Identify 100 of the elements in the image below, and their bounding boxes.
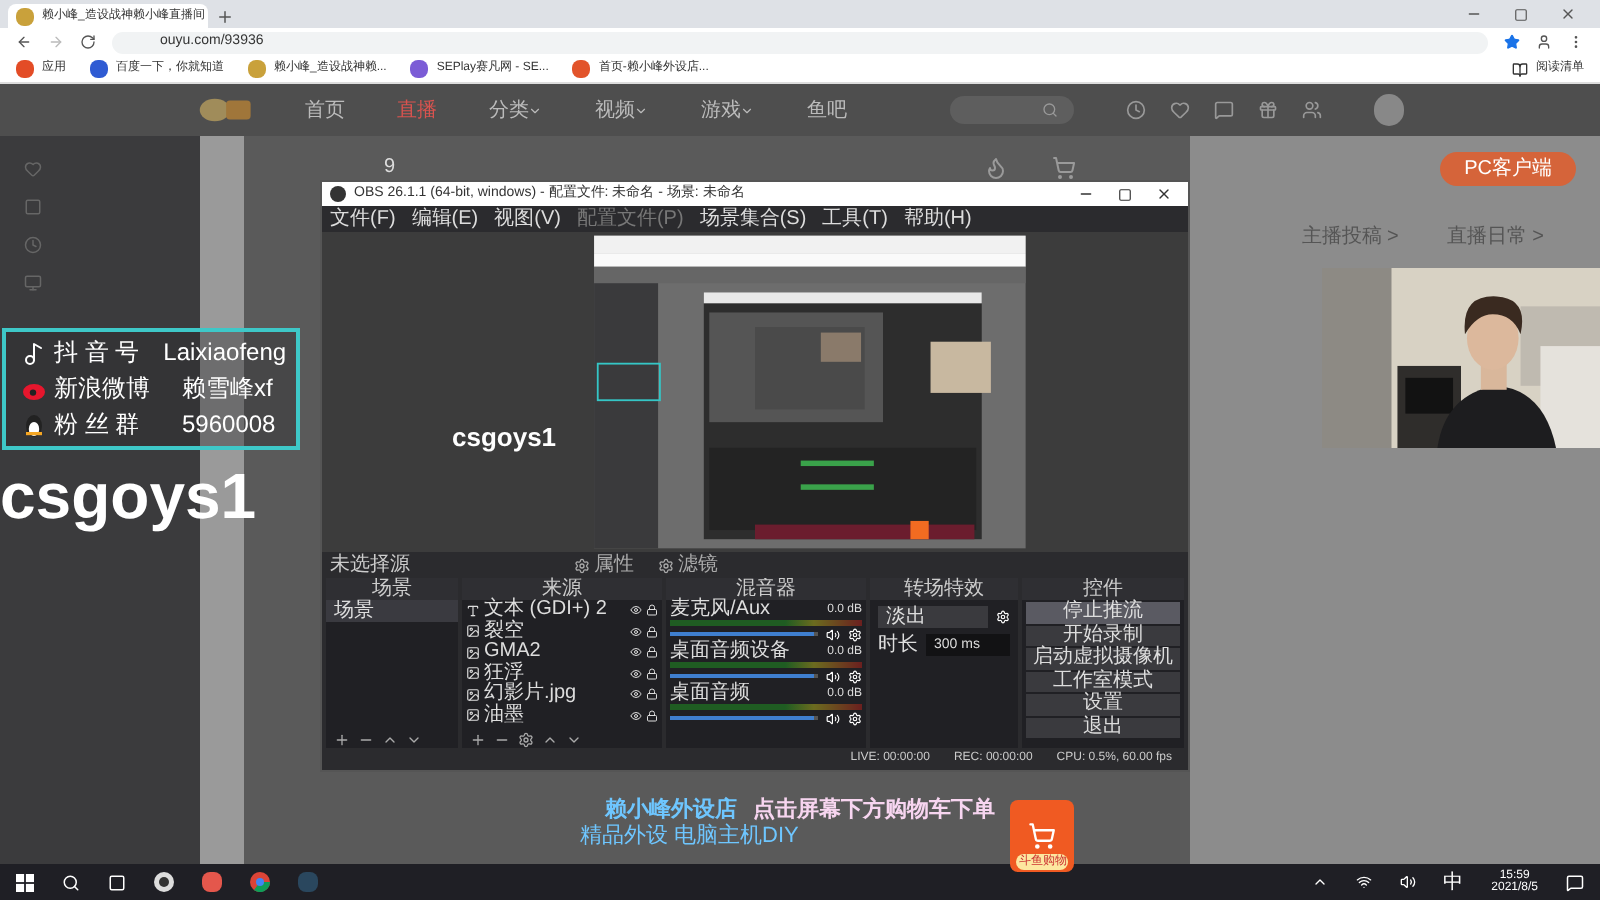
control-button[interactable]: 启动虚拟摄像机	[1026, 648, 1180, 669]
lock-icon[interactable]	[646, 604, 658, 617]
channel-name: 麦克风/Aux	[670, 600, 771, 620]
source-item[interactable]: 文本 (GDI+) 2	[484, 600, 607, 621]
back-icon[interactable]	[16, 34, 32, 50]
image-source-icon	[466, 708, 480, 723]
control-button[interactable]: 设置	[1026, 694, 1180, 715]
source-item[interactable]: 狂浮	[484, 663, 524, 684]
browser-app-icon[interactable]	[250, 872, 270, 892]
nav-link[interactable]: 分类	[488, 95, 543, 125]
shop-cta: 点击屏幕下方购物车下单	[752, 800, 995, 822]
volume-icon[interactable]	[826, 627, 840, 641]
move-up-icon[interactable]	[542, 732, 558, 748]
channel-name: 桌面音频设备	[670, 642, 790, 662]
flame-icon[interactable]	[984, 156, 1008, 180]
nav-link[interactable]: 视频	[594, 95, 649, 125]
app-icon[interactable]	[202, 872, 222, 892]
visibility-icon[interactable]	[630, 667, 642, 680]
duration-label: 时长	[878, 634, 918, 656]
source-item[interactable]: 幻影片.jpg	[484, 684, 577, 705]
properties-button[interactable]: 属性	[574, 555, 634, 575]
settings-icon[interactable]	[518, 732, 534, 748]
nav-link[interactable]: 首页	[304, 95, 345, 125]
nav-link[interactable]: 鱼吧	[806, 95, 847, 125]
source-item[interactable]: 裂空	[484, 621, 524, 642]
bookmark-icon	[410, 60, 429, 78]
menu-item[interactable]: 文件(F)	[330, 209, 396, 229]
add-icon[interactable]	[470, 732, 486, 748]
maximize-icon[interactable]	[1118, 187, 1132, 201]
no-source-label: 未选择源	[330, 555, 412, 575]
control-button[interactable]: 退出	[1026, 717, 1180, 738]
task-view-icon[interactable]	[108, 873, 126, 891]
new-tab-icon[interactable]	[216, 8, 234, 26]
menu-item[interactable]: 视图(V)	[494, 209, 561, 229]
dock-title: 场景	[326, 578, 458, 600]
gift-icon[interactable]	[1257, 100, 1278, 120]
bookmark-icon	[248, 60, 266, 78]
dock-title: 控件	[1022, 578, 1184, 600]
windows-start-icon[interactable]	[16, 873, 34, 891]
control-button[interactable]: 开始录制	[1026, 625, 1180, 646]
transition-select[interactable]: 淡出	[878, 606, 988, 628]
source-item[interactable]: 油墨	[484, 705, 524, 726]
menu-item[interactable]: 场景集合(S)	[699, 209, 807, 229]
lock-icon[interactable]	[646, 625, 658, 638]
source-item[interactable]: GMA2	[484, 642, 541, 663]
history-icon[interactable]	[1125, 100, 1146, 120]
social-value: 赖雪峰xf	[182, 372, 273, 406]
network-icon[interactable]	[1355, 874, 1372, 890]
lock-icon[interactable]	[646, 688, 658, 701]
search-field[interactable]	[950, 96, 1074, 124]
cart-icon[interactable]	[1052, 156, 1076, 180]
lock-icon[interactable]	[646, 709, 658, 722]
message-icon[interactable]	[1213, 100, 1234, 120]
move-down-icon[interactable]	[406, 732, 422, 748]
add-icon[interactable]	[334, 732, 350, 748]
visibility-icon[interactable]	[630, 709, 642, 722]
heart-icon[interactable]	[1169, 100, 1190, 120]
book-icon	[1512, 61, 1528, 77]
reload-icon[interactable]	[80, 34, 96, 50]
volume-icon[interactable]	[826, 711, 840, 725]
lock-icon[interactable]	[646, 667, 658, 680]
notification-icon[interactable]	[1566, 873, 1584, 891]
bookmark-icon	[90, 60, 108, 78]
close-icon[interactable]	[1560, 6, 1576, 22]
visibility-icon[interactable]	[630, 688, 642, 701]
channel-name: 桌面音频	[670, 684, 750, 704]
visibility-icon[interactable]	[630, 646, 642, 659]
menu-item[interactable]: 帮助(H)	[903, 209, 972, 229]
users-icon[interactable]	[1301, 100, 1322, 120]
social-value: Laixiaofeng	[163, 336, 287, 370]
visibility-icon[interactable]	[630, 604, 642, 617]
client-download-button[interactable]: PC客户端	[1440, 152, 1576, 186]
volume-icon[interactable]	[1399, 874, 1416, 890]
move-down-icon[interactable]	[566, 732, 582, 748]
volume-icon[interactable]	[826, 669, 840, 683]
scene-item[interactable]: 场景	[326, 600, 458, 622]
ime-indicator[interactable]: 中	[1443, 867, 1464, 897]
image-source-icon	[466, 645, 480, 660]
dock-title: 转场特效	[870, 578, 1018, 600]
record-app-icon[interactable]	[154, 872, 174, 892]
bookmark-star-icon[interactable]	[1504, 34, 1520, 50]
filters-button[interactable]: 滤镜	[658, 555, 718, 575]
tray-expand-icon[interactable]	[1311, 874, 1328, 890]
music-note-icon	[22, 341, 46, 365]
control-button[interactable]: 停止推流	[1026, 602, 1180, 623]
overlay-caption: csgoys1	[0, 464, 257, 528]
social-label: 新浪微博	[54, 372, 152, 406]
close-icon[interactable]	[1156, 186, 1172, 202]
bookmark-icon	[16, 7, 34, 25]
menu-item[interactable]: 编辑(E)	[411, 209, 479, 229]
control-button[interactable]: 工作室模式	[1026, 671, 1180, 692]
shop-slogan: 精品外设 电脑主机DIY	[580, 826, 801, 848]
visibility-icon[interactable]	[630, 625, 642, 638]
move-up-icon[interactable]	[382, 732, 398, 748]
image-source-icon	[466, 624, 480, 639]
profile-icon[interactable]	[1536, 34, 1552, 50]
menu-item[interactable]: 工具(T)	[822, 209, 888, 229]
nav-link[interactable]: 游戏	[700, 95, 755, 125]
restore-icon[interactable]	[1514, 8, 1528, 22]
lock-icon[interactable]	[646, 646, 658, 659]
